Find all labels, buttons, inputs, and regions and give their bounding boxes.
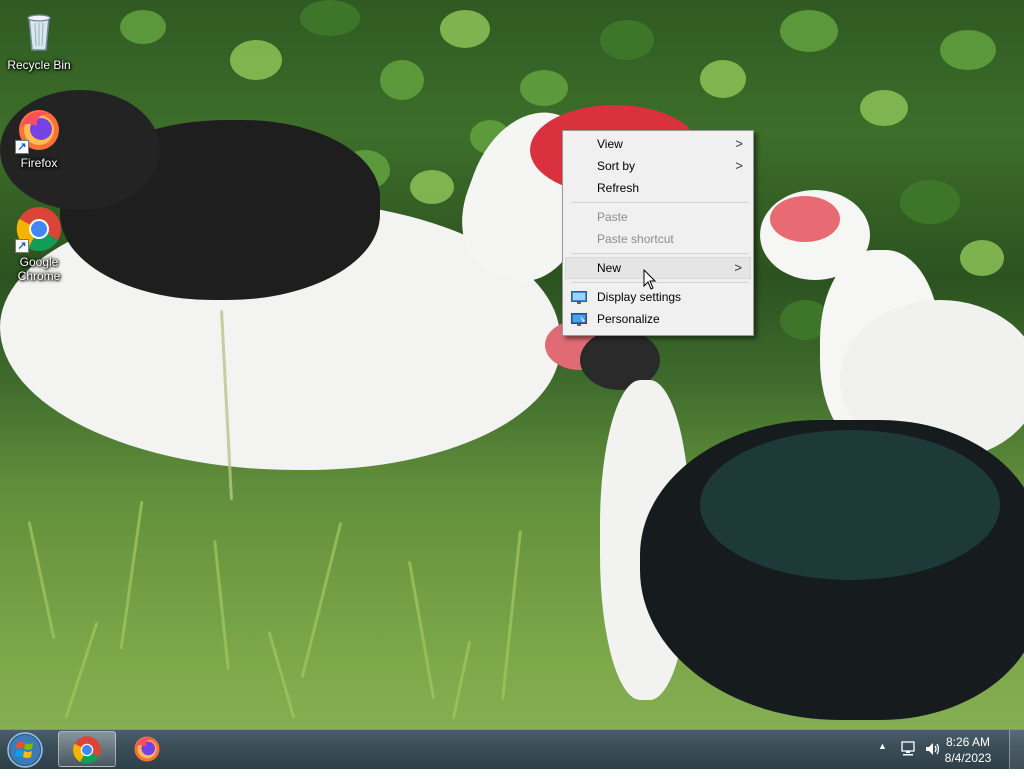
grass-blade (64, 621, 99, 719)
menu-separator (571, 253, 749, 254)
network-icon[interactable] (900, 740, 918, 779)
grass-blade (407, 560, 436, 700)
start-button[interactable] (4, 731, 44, 769)
menu-item-view[interactable]: View > (565, 133, 751, 155)
foliage-leaf (520, 70, 568, 106)
menu-separator (571, 202, 749, 203)
desktop-icon-recycle-bin[interactable]: Recycle Bin (1, 8, 77, 72)
menu-item-label: Sort by (597, 159, 636, 173)
personalize-icon (571, 312, 587, 326)
chevron-up-icon: ▲ (878, 741, 887, 751)
desktop-wallpaper[interactable] (0, 0, 1024, 729)
menu-item-personalize[interactable]: Personalize (565, 308, 751, 330)
clock-time: 8:26 AM (945, 735, 991, 749)
submenu-arrow-icon: > (735, 136, 743, 151)
desktop-icon-google-chrome[interactable]: ↗ Google Chrome (1, 205, 77, 283)
shortcut-arrow-icon: ↗ (15, 140, 29, 154)
taskbar-button-firefox[interactable] (118, 731, 176, 767)
grass-blade (267, 631, 296, 719)
menu-item-label: Paste (597, 210, 628, 224)
submenu-arrow-icon: > (735, 158, 743, 173)
shortcut-arrow-icon: ↗ (15, 239, 29, 253)
menu-item-label: Display settings (597, 290, 682, 304)
firefox-icon: ↗ (15, 106, 63, 154)
desktop-icon-label: Recycle Bin (7, 58, 71, 72)
desktop-icon-label: Google Chrome (17, 255, 61, 283)
display-settings-icon (571, 290, 587, 304)
grass-blade (27, 520, 56, 640)
desktop-icon-label: Firefox (20, 156, 58, 170)
chrome-icon: ↗ (15, 205, 63, 253)
foliage-leaf (120, 10, 166, 44)
menu-item-refresh[interactable]: Refresh (565, 177, 751, 199)
foliage-leaf (780, 10, 838, 52)
foliage-leaf (960, 240, 1004, 276)
menu-item-label: Paste shortcut (597, 232, 674, 246)
taskbar-button-chrome[interactable] (58, 731, 116, 767)
taskbar-clock[interactable]: 8:26 AM 8/4/2023 (938, 734, 998, 766)
menu-item-paste-shortcut: Paste shortcut (565, 228, 751, 250)
submenu-arrow-icon: > (734, 260, 742, 275)
taskbar: ▲ 8:26 AM 8/4/2023 (0, 729, 1024, 769)
clock-date: 8/4/2023 (944, 751, 992, 765)
foliage-leaf (860, 90, 908, 126)
menu-item-label: Personalize (597, 312, 660, 326)
foliage-leaf (700, 60, 746, 98)
foliage-leaf (410, 170, 454, 204)
chrome-icon (73, 736, 101, 764)
windows-start-icon (7, 732, 43, 768)
duck-face (770, 196, 840, 242)
desktop-icon-firefox[interactable]: ↗ Firefox (1, 106, 77, 170)
firefox-icon (134, 736, 160, 762)
show-desktop-button[interactable] (1009, 730, 1024, 769)
menu-item-new[interactable]: New > (565, 257, 751, 279)
mouse-cursor-icon (643, 268, 657, 291)
foliage-leaf (230, 40, 282, 80)
menu-item-label: New (597, 261, 622, 275)
menu-item-display-settings[interactable]: Display settings (565, 286, 751, 308)
foliage-leaf (600, 20, 654, 60)
recycle-bin-icon (15, 8, 63, 56)
grass-blade (501, 530, 522, 700)
grass-blade (213, 540, 230, 670)
menu-separator (571, 282, 749, 283)
menu-item-sort-by[interactable]: Sort by > (565, 155, 751, 177)
foliage-leaf (380, 60, 424, 100)
grass-blade (300, 522, 343, 678)
desktop-context-menu: View > Sort by > Refresh Paste Paste sho… (562, 130, 754, 336)
show-hidden-icons-button[interactable]: ▲ (878, 741, 887, 780)
foliage-leaf (440, 10, 490, 48)
menu-item-label: Refresh (597, 181, 640, 195)
grass-blade (451, 640, 472, 720)
foliage-leaf (900, 180, 960, 224)
menu-item-paste: Paste (565, 206, 751, 228)
foliage-leaf (940, 30, 996, 70)
duck-wing (700, 430, 1000, 580)
grass-blade (119, 500, 144, 650)
menu-item-label: View (597, 137, 623, 151)
foliage-leaf (300, 0, 360, 36)
